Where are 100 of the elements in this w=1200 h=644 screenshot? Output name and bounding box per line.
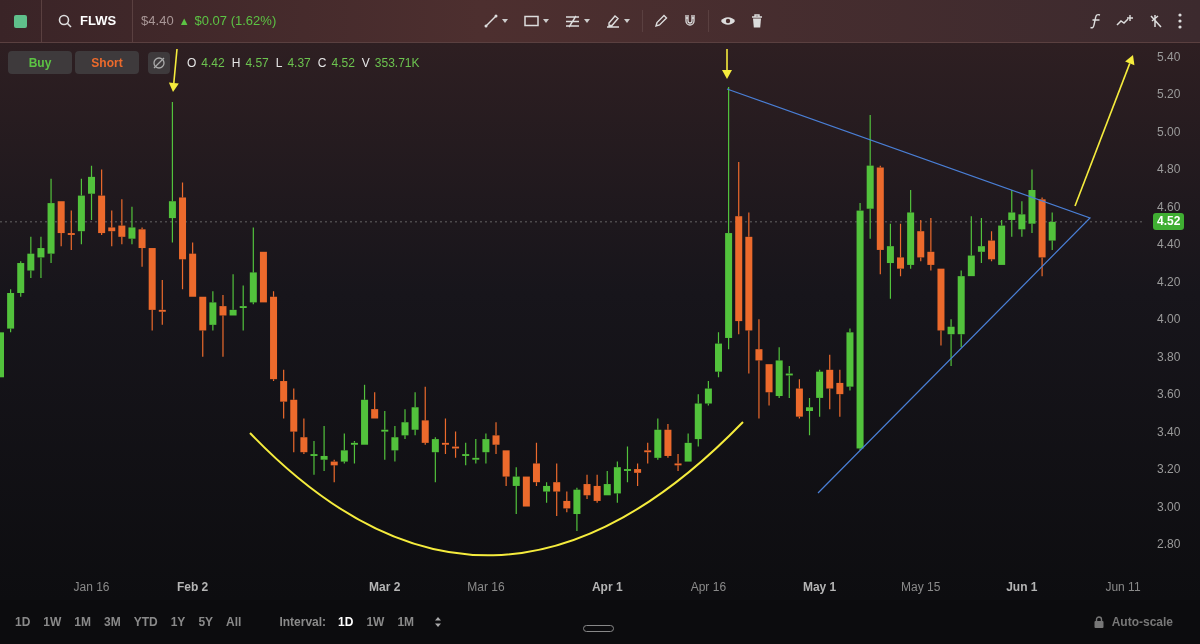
price-axis-label: 3.60 <box>1157 387 1181 402</box>
candlestick <box>624 446 631 483</box>
candlestick <box>37 236 45 279</box>
candlestick <box>441 417 449 455</box>
candlestick <box>88 165 95 221</box>
hide-lines-icon[interactable] <box>1148 13 1164 29</box>
range-button[interactable]: 1W <box>43 613 62 631</box>
candlestick <box>967 215 975 277</box>
candlestick <box>634 462 642 487</box>
candlestick <box>209 290 217 332</box>
caret-icon[interactable] <box>623 18 632 24</box>
search-icon[interactable] <box>58 14 72 28</box>
candlestick <box>462 442 470 466</box>
date-axis-label: May 15 <box>901 580 941 594</box>
price-axis-label: 2.80 <box>1157 537 1181 551</box>
pencil-icon[interactable] <box>654 14 669 28</box>
hide-icon <box>152 55 166 70</box>
rectangle-tool-icon[interactable] <box>524 15 540 27</box>
more-icon[interactable] <box>1178 13 1182 29</box>
ohlcv-label: L <box>275 54 283 72</box>
candlestick <box>259 251 267 303</box>
caret-icon[interactable] <box>542 18 551 24</box>
ohlcv-value: 4.37 <box>287 54 311 72</box>
trash-icon[interactable] <box>751 14 764 28</box>
candlestick <box>836 369 844 418</box>
price-axis-label: 4.00 <box>1157 312 1181 327</box>
lines-tool-icon[interactable] <box>565 14 581 28</box>
candlestick <box>340 432 348 465</box>
ohlcv-label: V <box>361 54 370 72</box>
candlestick <box>826 354 834 410</box>
function-icon[interactable] <box>1090 13 1102 29</box>
candlestick <box>381 410 389 461</box>
candlestick <box>512 466 520 515</box>
ohlcv-value: 4.42 <box>201 54 225 72</box>
candlestick <box>57 200 65 247</box>
lock-icon[interactable] <box>1093 616 1104 628</box>
caret-icon[interactable] <box>501 18 510 24</box>
candlestick <box>593 474 601 504</box>
candlestick <box>613 460 621 504</box>
range-button[interactable]: 1Y <box>170 613 186 631</box>
candlestick <box>482 432 490 465</box>
ticker-symbol[interactable]: FLWS <box>80 11 117 31</box>
range-button[interactable]: 1D <box>15 613 31 631</box>
candlestick <box>219 294 227 358</box>
candlestick <box>411 391 419 436</box>
candlestick <box>654 417 662 461</box>
hide-orders-button[interactable] <box>148 51 170 74</box>
price-axis-label: 4.60 <box>1157 199 1181 214</box>
add-indicator-icon[interactable] <box>1116 14 1134 28</box>
highlighter-icon[interactable] <box>606 14 621 28</box>
candlestick <box>108 210 116 247</box>
candlestick <box>431 436 439 483</box>
magnet-icon[interactable] <box>683 14 698 28</box>
range-button[interactable]: 1M <box>74 613 91 631</box>
candlestick <box>27 236 35 279</box>
candlestick <box>472 438 480 465</box>
candlestick <box>947 318 955 367</box>
price-axis-label: 3.40 <box>1157 424 1181 439</box>
candlestick <box>1048 211 1056 251</box>
candlestick <box>988 230 996 262</box>
range-button[interactable]: 5Y <box>198 613 214 631</box>
candlestick <box>320 425 328 472</box>
auto-scale-button[interactable]: Auto-scale <box>1111 613 1173 631</box>
candlestick <box>371 391 379 420</box>
range-button[interactable]: 3M <box>104 613 121 631</box>
interval-button[interactable]: 1M <box>397 613 415 631</box>
date-axis-label: Jun 1 <box>1006 580 1038 594</box>
up-arrow: ▲ <box>178 13 190 29</box>
candlestick <box>806 397 813 436</box>
candlestick <box>310 440 318 476</box>
price-axis-label: 5.20 <box>1157 87 1181 102</box>
buy-button[interactable]: Buy <box>8 51 72 74</box>
caret-icon[interactable] <box>583 18 592 24</box>
candlestick <box>138 226 146 268</box>
candlestick <box>158 279 166 326</box>
price-axis-label: 4.40 <box>1157 237 1181 252</box>
interval-button[interactable]: 1D <box>338 613 354 631</box>
candlestick <box>421 386 429 446</box>
candlestick <box>280 369 288 420</box>
candlestick <box>704 380 712 406</box>
price-axis-label: 3.80 <box>1157 349 1181 364</box>
eye-icon[interactable] <box>720 15 737 27</box>
line-tool-icon[interactable] <box>484 14 499 28</box>
range-button[interactable]: YTD <box>133 613 158 631</box>
ohlcv-label: H <box>231 54 241 72</box>
candlestick <box>391 425 399 463</box>
candlestick <box>189 241 197 298</box>
candlestick <box>553 462 561 517</box>
sort-icon[interactable] <box>434 616 443 628</box>
short-button[interactable]: Short <box>75 51 139 74</box>
app-icon[interactable] <box>14 14 27 28</box>
candlestick <box>17 260 25 298</box>
candlestick <box>785 365 793 399</box>
interval-button[interactable]: 1W <box>366 613 385 631</box>
candlestick <box>998 219 1006 266</box>
candlestick <box>67 210 75 251</box>
candlestick <box>583 474 591 500</box>
range-button[interactable]: All <box>226 613 242 631</box>
candlestick <box>897 223 904 277</box>
date-axis-label: May 1 <box>802 580 837 594</box>
